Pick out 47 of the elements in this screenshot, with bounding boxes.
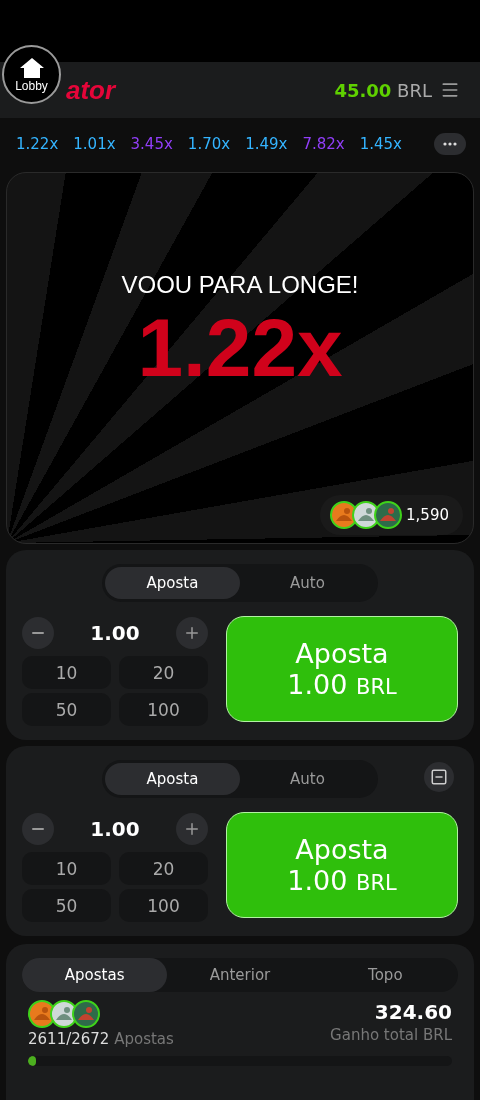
bets-count: 2611/2672 Apostas [28,1030,174,1048]
quick-amount-button[interactable]: 100 [119,693,208,726]
bet-amount[interactable]: 1.00 [90,817,140,841]
logo: ator [66,74,116,106]
multiplier-history-item: 1.01x [73,135,116,153]
quick-amount-button[interactable]: 50 [22,889,111,922]
quick-amount-button[interactable]: 20 [119,656,208,689]
menu-button[interactable] [440,80,460,100]
plus-icon [183,624,201,642]
bet-mode-tab[interactable]: Auto [240,763,375,795]
home-icon [18,56,45,79]
multiplier-history-item: 3.45x [130,135,173,153]
quick-amount-button[interactable]: 100 [119,889,208,922]
increase-button[interactable] [176,813,208,845]
minus-icon [32,828,44,830]
menu-icon [440,80,460,100]
quick-amount-button[interactable]: 10 [22,852,111,885]
minus-icon [32,632,44,634]
multiplier-history-item: 1.49x [245,135,288,153]
decrease-button[interactable] [22,617,54,649]
balance: 45.00 BRL [334,79,432,101]
bets-tab[interactable]: Apostas [22,958,168,992]
multiplier-history-item: 1.22x [16,135,59,153]
bet-mode-tab[interactable]: Aposta [105,763,240,795]
ellipsis-icon [443,142,457,146]
decrease-button[interactable] [22,813,54,845]
crash-multiplier: 1.22x [137,301,343,395]
bets-tab[interactable]: Anterior [167,958,313,992]
quick-amount-button[interactable]: 10 [22,656,111,689]
multiplier-history-item: 1.70x [187,135,231,153]
remove-panel-button[interactable] [424,762,454,792]
round-message: VOOU PARA LONGE! [121,271,359,299]
bet-amount[interactable]: 1.00 [90,621,140,645]
bet-mode-tab[interactable]: Auto [240,567,375,599]
quick-amount-button[interactable]: 20 [119,852,208,885]
more-button[interactable] [434,133,466,155]
quick-amount-button[interactable]: 50 [22,693,111,726]
increase-button[interactable] [176,617,208,649]
multiplier-history-item: 1.45x [359,135,402,153]
multiplier-history-item: 7.82x [302,135,345,153]
bet-mode-tab[interactable]: Aposta [105,567,240,599]
total-win-label: Ganho total BRL [330,1026,452,1044]
player-count: 1,590 [406,506,449,524]
plus-icon [183,820,201,838]
total-win: 324.60 [374,1000,452,1024]
minus-square-icon [430,768,448,786]
bets-tab[interactable]: Topo [312,958,458,992]
